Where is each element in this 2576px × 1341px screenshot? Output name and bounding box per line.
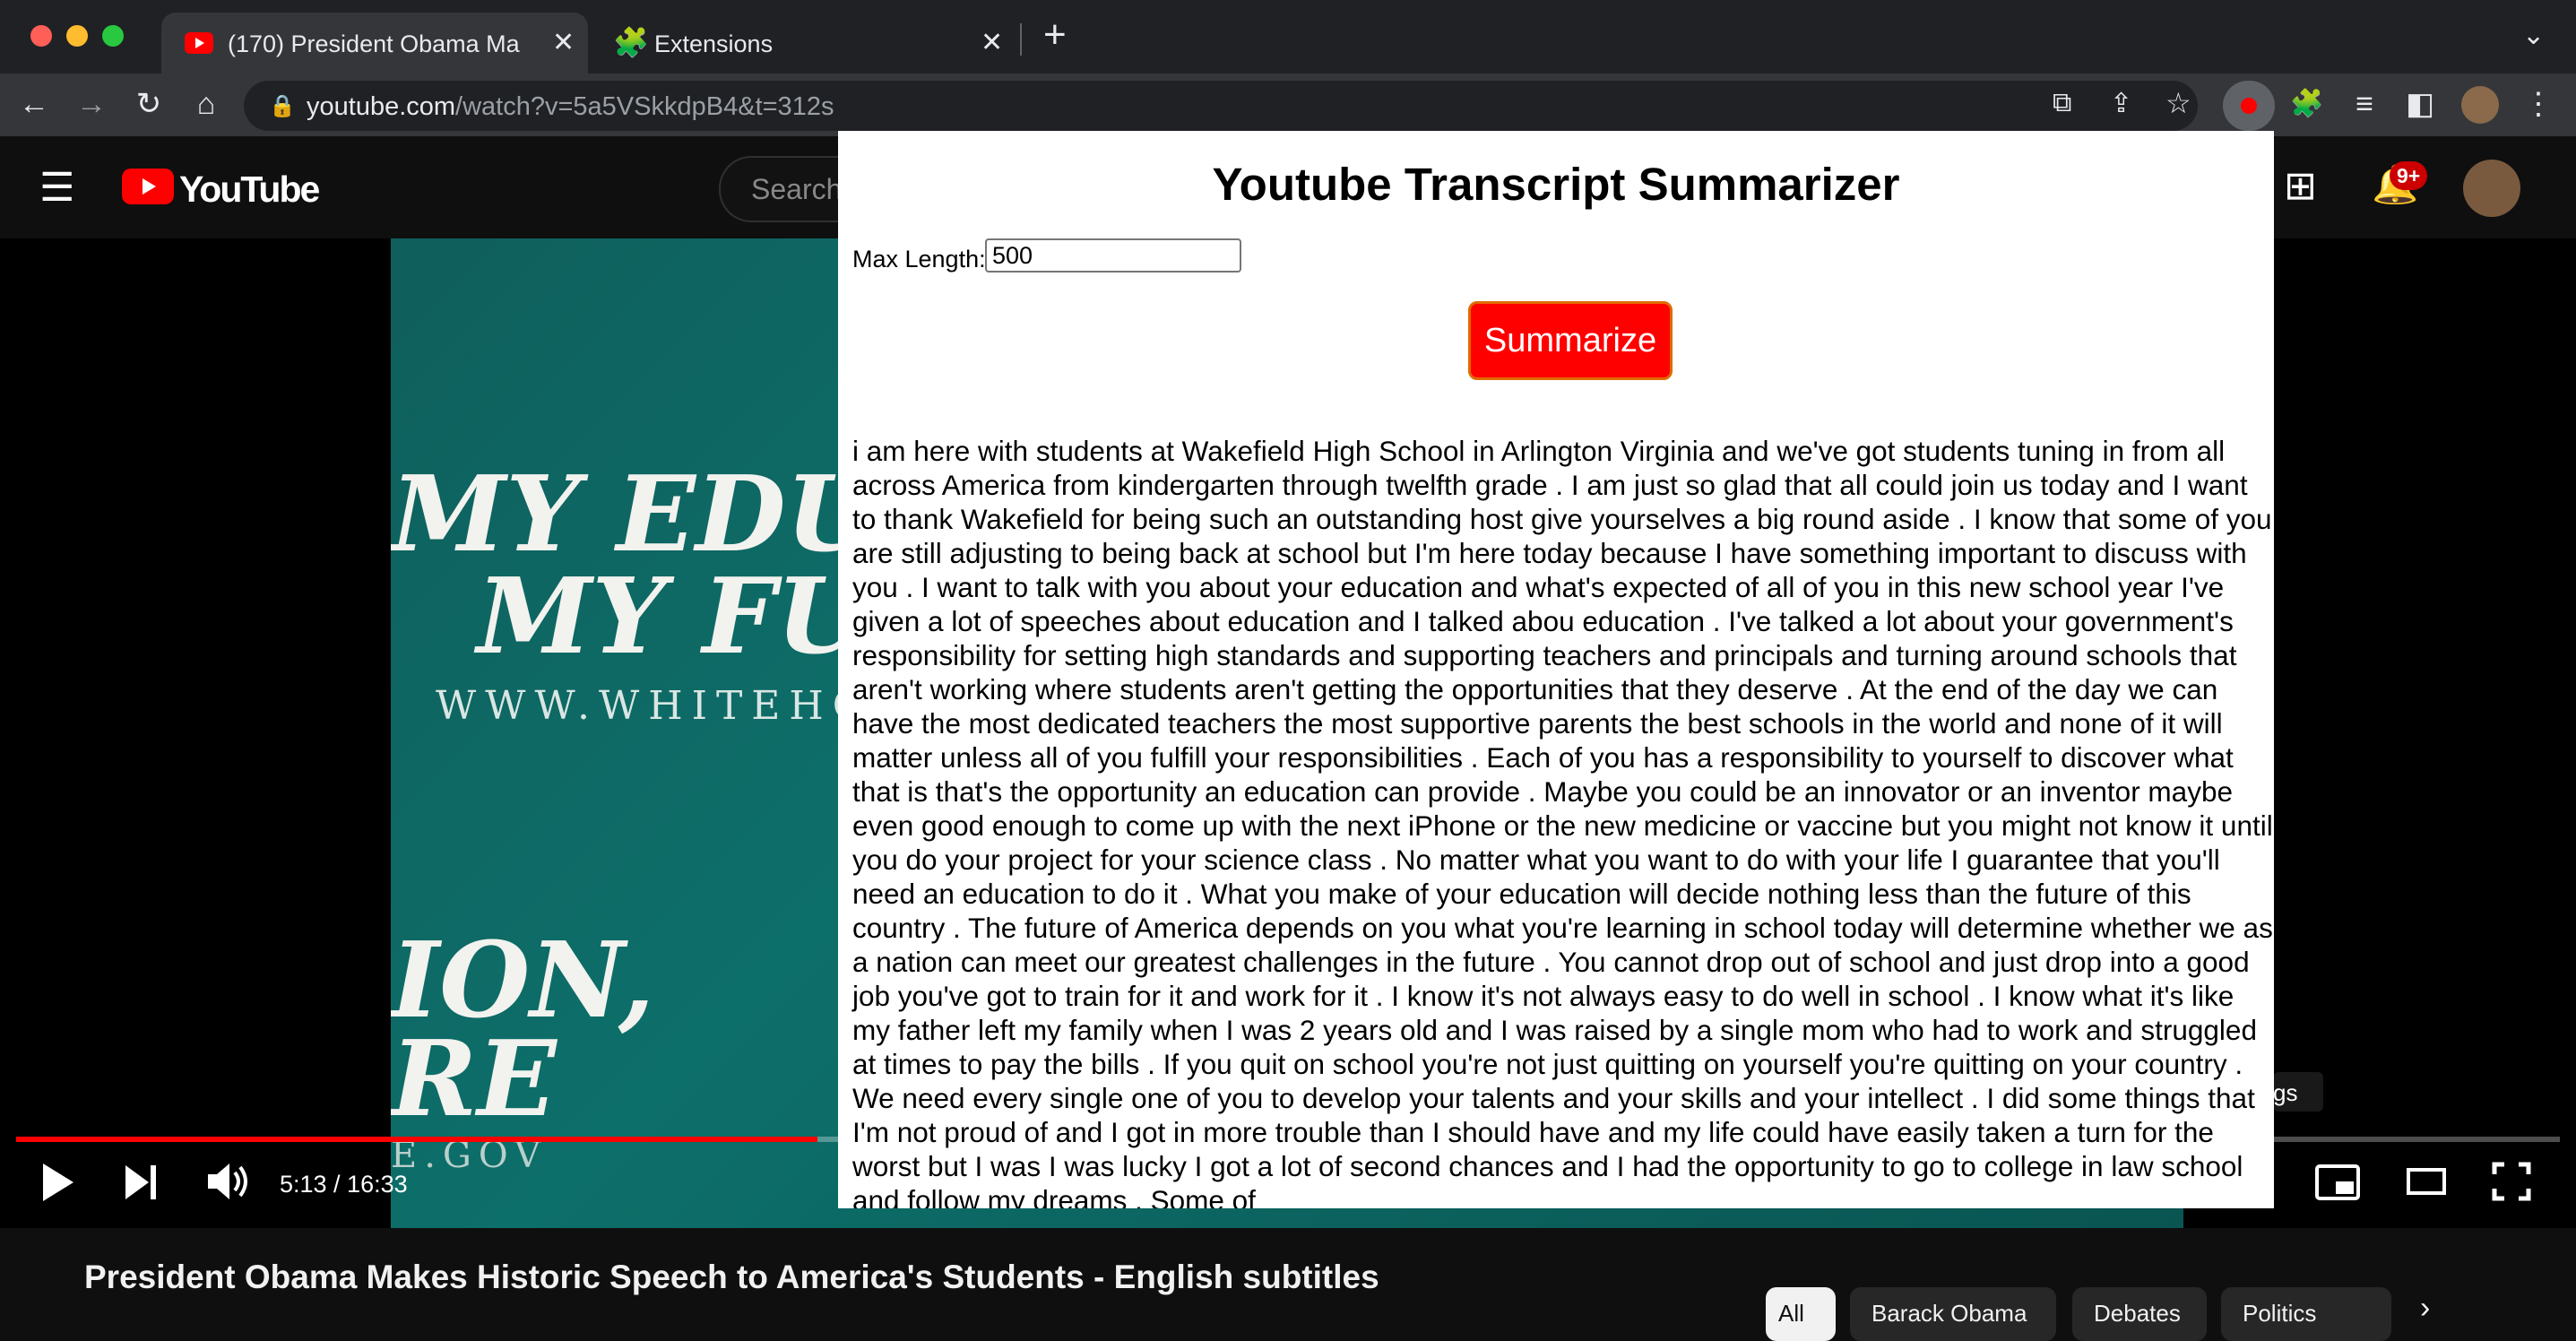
browser-toolbar: ← → ↻ ⌂ 🔒 youtube.com/watch?v=5a5VSkkdpB… <box>0 74 2576 136</box>
notification-badge: 9+ <box>2390 161 2428 190</box>
more-menu-icon[interactable]: ⋮ <box>2519 84 2558 124</box>
play-icon[interactable] <box>39 1162 75 1203</box>
theater-mode-icon[interactable] <box>2406 1167 2447 1196</box>
search-placeholder: Search <box>751 173 843 205</box>
puzzle-icon: 🧩 <box>613 26 649 58</box>
tab-search-chevron-icon[interactable]: ⌄ <box>2522 20 2545 51</box>
tab-title: Extensions <box>654 30 774 57</box>
progress-bar-played <box>16 1137 817 1142</box>
open-in-app-icon[interactable]: ⧉ <box>2053 88 2071 118</box>
close-icon[interactable]: ✕ <box>981 27 1003 58</box>
slogan-line: RE <box>391 1018 557 1140</box>
miniplayer-icon[interactable] <box>2314 1164 2361 1201</box>
tab-title: (170) President Obama Makes Historic Spe… <box>228 30 520 57</box>
chip-label: Debates <box>2094 1300 2181 1327</box>
video-info: President Obama Makes Historic Speech to… <box>0 1228 2576 1341</box>
reload-icon[interactable]: ↻ <box>129 84 169 124</box>
chip-debates[interactable]: Debates <box>2072 1287 2207 1341</box>
chip-label: Politics <box>2243 1300 2317 1327</box>
next-video-icon[interactable] <box>124 1164 160 1201</box>
chip-label: All <box>1778 1300 1804 1327</box>
youtube-icon <box>185 32 213 54</box>
tab-youtube[interactable]: (170) President Obama Makes Historic Spe… <box>161 13 588 74</box>
summary-output: i am here with students at Wakefield Hig… <box>852 435 2273 1208</box>
new-tab-button[interactable]: + <box>1043 13 1067 57</box>
popup-title: Youtube Transcript Summarizer <box>1212 159 1900 210</box>
tab-divider <box>1020 23 1022 56</box>
chip-politics[interactable]: Politics <box>2221 1287 2391 1341</box>
media-queue-icon[interactable]: ≡ <box>2345 84 2384 124</box>
close-icon[interactable]: ✕ <box>552 27 575 58</box>
side-panel-icon[interactable]: ◧ <box>2400 84 2440 124</box>
bookmark-star-icon[interactable]: ☆ <box>2165 86 2191 120</box>
chip-label: Barack Obama <box>1871 1300 2027 1327</box>
url-text: youtube.com/watch?v=5a5VSkkdpB4&t=312s <box>307 92 834 122</box>
hamburger-menu-icon[interactable]: ☰ <box>39 165 74 211</box>
url-host: youtube.com <box>307 92 456 121</box>
chip-barack-obama[interactable]: Barack Obama <box>1850 1287 2056 1341</box>
share-icon[interactable]: ⇪ <box>2110 88 2132 119</box>
summarizer-popup: Youtube Transcript Summarizer Max Length… <box>838 131 2274 1208</box>
volume-icon[interactable] <box>206 1162 253 1201</box>
extensions-puzzle-icon[interactable]: 🧩 <box>2287 84 2327 124</box>
lock-icon: 🔒 <box>269 94 296 118</box>
summarizer-extension-button[interactable] <box>2223 81 2275 131</box>
fullscreen-icon[interactable] <box>2492 1162 2531 1201</box>
video-title: President Obama Makes Historic Speech to… <box>84 1259 1379 1295</box>
create-video-icon[interactable]: ⊞ <box>2284 163 2317 209</box>
profile-avatar[interactable] <box>2461 86 2499 124</box>
home-icon[interactable]: ⌂ <box>186 84 226 124</box>
minimize-window-button[interactable] <box>66 25 88 47</box>
browser-tab-strip: (170) President Obama Makes Historic Spe… <box>0 0 2576 74</box>
tab-extensions[interactable]: 🧩 Extensions ✕ <box>595 13 1016 74</box>
forward-arrow-icon[interactable]: → <box>72 84 111 124</box>
avatar[interactable] <box>2463 160 2520 217</box>
maximize-window-button[interactable] <box>102 25 124 47</box>
tooltip: gs <box>2273 1072 2323 1112</box>
back-arrow-icon[interactable]: ← <box>14 84 54 124</box>
url-path: /watch?v=5a5VSkkdpB4&t=312s <box>455 92 834 121</box>
summarize-button[interactable]: Summarize <box>1468 301 1673 380</box>
tooltip-text: gs <box>2273 1079 2298 1106</box>
close-window-button[interactable] <box>30 25 52 47</box>
max-length-input[interactable] <box>985 238 1241 273</box>
record-icon <box>2241 98 2257 114</box>
address-bar[interactable]: 🔒 youtube.com/watch?v=5a5VSkkdpB4&t=312s… <box>244 81 2198 131</box>
time-display: 5:13 / 16:33 <box>280 1171 408 1198</box>
youtube-icon <box>122 169 174 204</box>
slogan-url: WWW.WHITEHO <box>436 683 874 729</box>
logo-text: YouTube <box>179 169 320 210</box>
max-length-label: Max Length: <box>852 246 986 273</box>
chip-all[interactable]: All <box>1766 1287 1836 1341</box>
